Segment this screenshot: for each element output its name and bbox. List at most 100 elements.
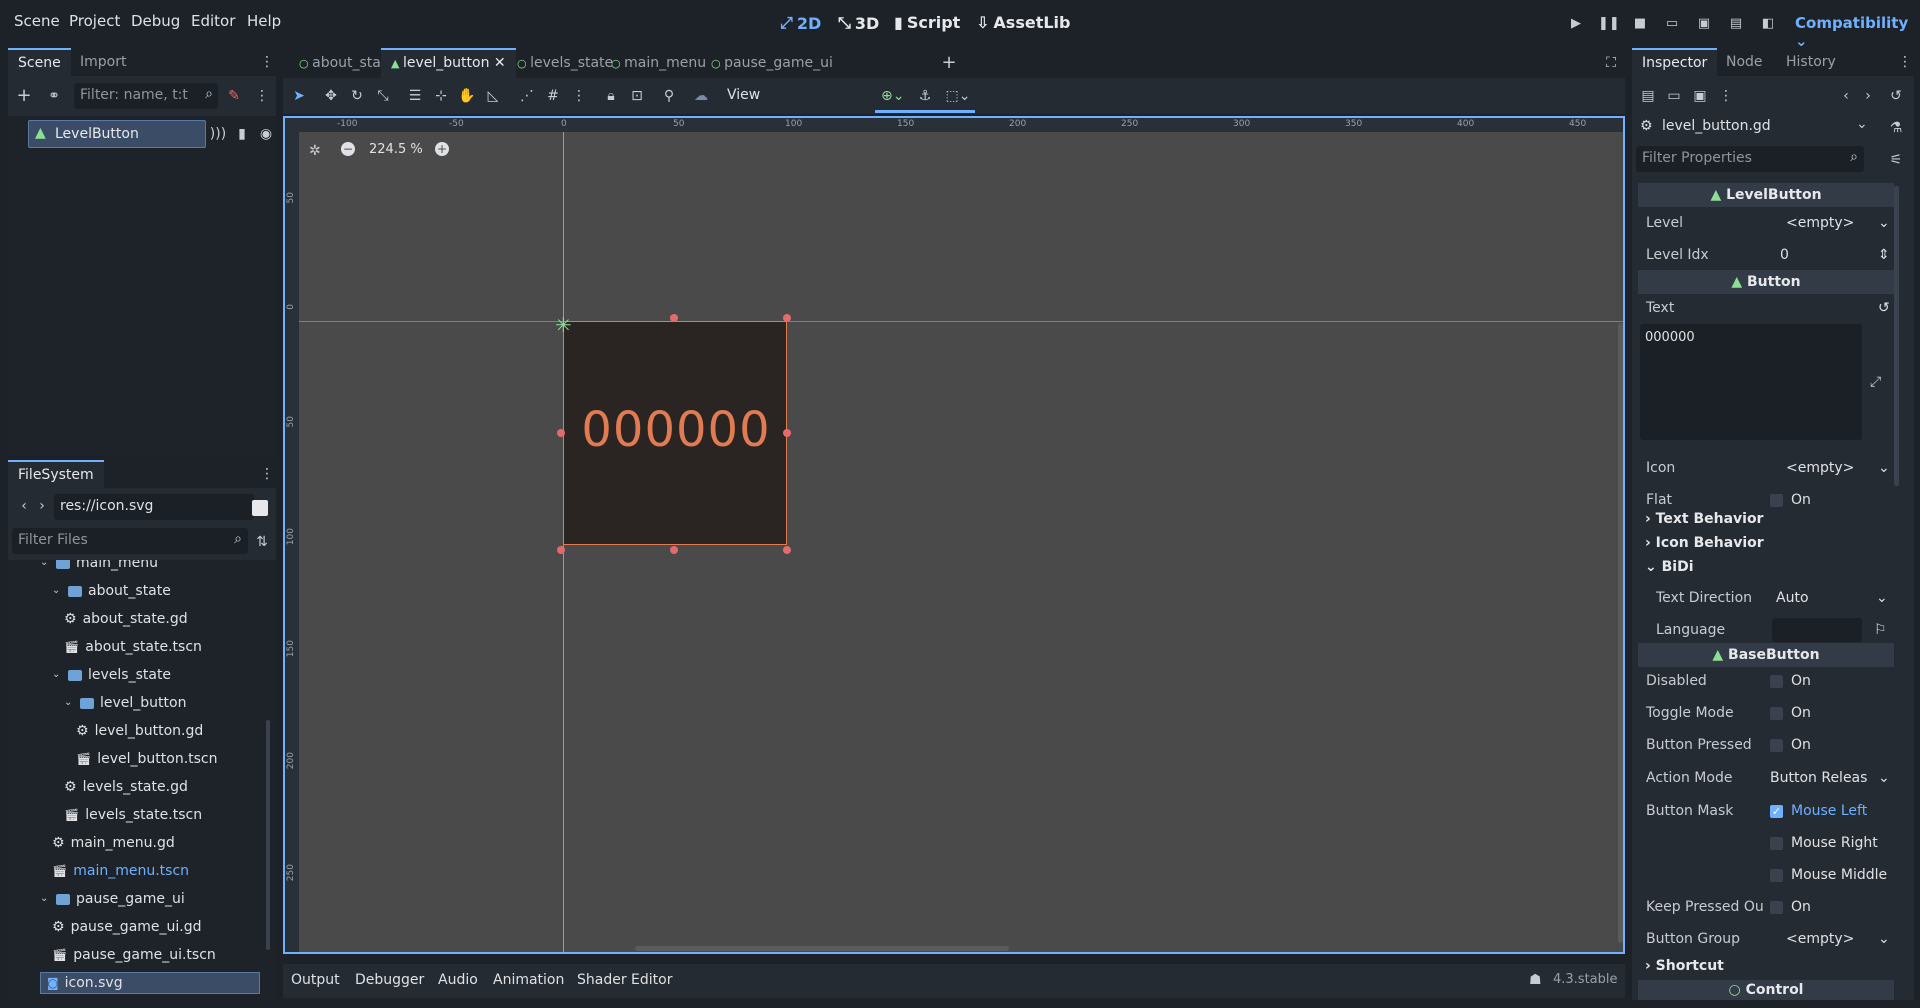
prop-disabled[interactable]: Disabled On [1640, 667, 1892, 695]
bottom-tab-audio[interactable]: Audio [438, 972, 478, 988]
group-shortcut[interactable]: › Shortcut [1645, 958, 1724, 974]
keep-pressed-checkbox[interactable] [1770, 900, 1783, 914]
text-edit-field[interactable]: 000000 [1640, 324, 1862, 440]
filter-properties-input[interactable]: Filter Properties ⌕ [1636, 146, 1864, 172]
file-tree-item[interactable]: ⌄ level_button [64, 692, 186, 714]
link-icon[interactable]: ⚭ [44, 86, 64, 106]
grid-snap-icon[interactable]: # [543, 86, 563, 106]
resize-handle-bottom-left[interactable] [557, 546, 565, 554]
zoom-level[interactable]: 224.5 % [369, 142, 423, 157]
workspace-assetlib[interactable]: ⇩ AssetLib [976, 13, 1070, 32]
prop-level[interactable]: Level <empty> ⌄ [1640, 209, 1892, 237]
tab-import[interactable]: Import [70, 48, 136, 76]
tab-node[interactable]: Node [1716, 48, 1773, 76]
resize-handle-right[interactable] [783, 429, 791, 437]
file-tree-item[interactable]: ⌄ about_state [52, 580, 171, 602]
button-pressed-checkbox[interactable] [1770, 738, 1783, 752]
prop-level-idx[interactable]: Level Idx 0 ⇕ [1640, 241, 1892, 269]
workspace-script[interactable]: ▮ Script [894, 13, 960, 32]
dock-menu-icon[interactable]: ⋮ [260, 464, 274, 484]
tab-inspector[interactable]: Inspector [1632, 48, 1718, 76]
file-tree-item[interactable]: 🎬︎ main_menu.tscn [52, 860, 189, 882]
anchor-icon[interactable]: ⚓ [915, 86, 935, 106]
file-tree-item[interactable]: 🎬︎ levels_state.tscn [64, 804, 202, 826]
lock-icon[interactable]: 🔒︎ [601, 86, 621, 106]
scene-tab[interactable]: ○ main_menu [601, 48, 716, 78]
move-mode-icon[interactable]: ✥ [321, 86, 341, 106]
revert-icon[interactable]: ↺ [1878, 300, 1890, 316]
prop-icon[interactable]: Icon <empty> ⌄ [1640, 454, 1892, 482]
resize-handle-top-right[interactable] [783, 314, 791, 322]
file-tree-item[interactable]: 🎬︎ pause_game_ui.tscn [52, 944, 216, 966]
mouse-middle-checkbox[interactable] [1770, 868, 1783, 882]
filter-files-input[interactable]: Filter Files ⌕ [12, 528, 248, 554]
chevron-down-icon[interactable]: ⌄ [52, 664, 62, 686]
file-tree-scrollbar[interactable] [266, 720, 270, 950]
smart-snap-icon[interactable]: ⋰ [517, 86, 537, 106]
scene-tab[interactable]: ○ pause_game_ui [701, 48, 843, 78]
prop-text-direction[interactable]: Text Direction Auto ⌄ [1650, 584, 1892, 612]
close-tab-icon[interactable]: ✕ [489, 55, 506, 71]
tree-node-levelbutton[interactable]: ▲ LevelButton [28, 120, 206, 148]
prop-button-group[interactable]: Button Group <empty> ⌄ [1640, 925, 1892, 953]
file-tree-item[interactable]: ⚙ levels_state.gd [64, 776, 188, 798]
file-tree-item[interactable]: 🎬︎ about_state.tscn [64, 636, 202, 658]
menu-help[interactable]: Help [247, 12, 281, 30]
menu-debug[interactable]: Debug [131, 12, 180, 30]
extra-options-icon[interactable]: ⋮ [1716, 86, 1736, 106]
path-field[interactable]: res://icon.svg [54, 494, 254, 520]
script-attached-icon[interactable]: ▮ [232, 124, 252, 144]
workspace-2d[interactable]: ⤢ 2D [780, 13, 821, 33]
bottom-tab-output[interactable]: Output [291, 972, 340, 988]
forward-icon[interactable]: › [32, 496, 52, 516]
play-custom-scene-icon[interactable]: ▤ [1726, 14, 1746, 34]
resize-handle-top[interactable] [670, 314, 678, 322]
section-levelbutton[interactable]: ▲ LevelButton [1638, 183, 1894, 207]
add-node-icon[interactable]: + [14, 86, 34, 106]
rotate-mode-icon[interactable]: ↻ [347, 86, 367, 106]
prop-button-mask-right[interactable]: Mouse Right [1640, 829, 1892, 857]
renderer-selector[interactable]: Compatibility ⌄ [1795, 14, 1920, 50]
file-tree-item[interactable]: ⌄ main_menu [40, 560, 158, 574]
flat-checkbox[interactable] [1770, 493, 1783, 507]
selectable-list-icon[interactable]: ☰ [405, 86, 425, 106]
inspector-scrollbar[interactable] [1894, 186, 1899, 486]
section-basebutton[interactable]: ▲ BaseButton [1638, 643, 1894, 667]
select-mode-icon[interactable]: ➤ [289, 86, 309, 106]
resize-handle-left[interactable] [557, 429, 565, 437]
zoom-out-icon[interactable]: − [341, 142, 355, 156]
node-path-icon[interactable]: ⚗ [1886, 118, 1906, 138]
scene-filter-input[interactable]: Filter: name, t:t ⌕ [74, 83, 218, 109]
distraction-free-icon[interactable]: ⛶ [1601, 53, 1621, 73]
resize-handle-bottom-right[interactable] [783, 546, 791, 554]
property-filter-options-icon[interactable]: ⚟ [1886, 150, 1906, 170]
prop-action-mode[interactable]: Action Mode Button Releas ⌄ [1640, 764, 1892, 792]
dock-menu-icon[interactable]: ⋮ [1898, 52, 1912, 72]
bone-icon[interactable]: ⚲ [659, 86, 679, 106]
workspace-3d[interactable]: ⤡ 3D [838, 13, 879, 33]
dock-menu-icon[interactable]: ⋮ [260, 52, 274, 72]
menu-project[interactable]: Project [69, 12, 120, 30]
level-button-preview[interactable]: 000000 [563, 321, 787, 545]
object-history-icon[interactable]: ↺ [1886, 86, 1906, 106]
prop-language[interactable]: Language ⚐ [1650, 616, 1892, 644]
visibility-eye-icon[interactable]: ◉ [256, 124, 276, 144]
signals-icon[interactable]: ))) [208, 124, 228, 144]
mouse-left-checkbox[interactable]: ✓ [1770, 804, 1783, 818]
split-mode-icon[interactable] [252, 500, 268, 516]
prop-keep-pressed-outside[interactable]: Keep Pressed Ou On [1640, 893, 1892, 921]
mouse-right-checkbox[interactable] [1770, 836, 1783, 850]
history-forward-icon[interactable]: › [1858, 86, 1878, 106]
prop-button-pressed[interactable]: Button Pressed On [1640, 731, 1892, 759]
history-back-icon[interactable]: ‹ [1836, 86, 1856, 106]
menu-editor[interactable]: Editor [191, 12, 235, 30]
sort-icon[interactable]: ⇅ [252, 532, 272, 552]
prop-flat[interactable]: Flat On [1640, 486, 1892, 514]
bottom-tab-animation[interactable]: Animation [493, 972, 564, 988]
group-text-behavior[interactable]: › Text Behavior [1645, 511, 1763, 527]
play-icon[interactable]: ▶ [1566, 14, 1586, 34]
menu-scene[interactable]: Scene [14, 12, 60, 30]
new-resource-icon[interactable]: ▤ [1638, 86, 1658, 106]
pivot-mode-icon[interactable]: ⊹ [431, 86, 451, 106]
stop-icon[interactable]: ■ [1630, 14, 1650, 34]
